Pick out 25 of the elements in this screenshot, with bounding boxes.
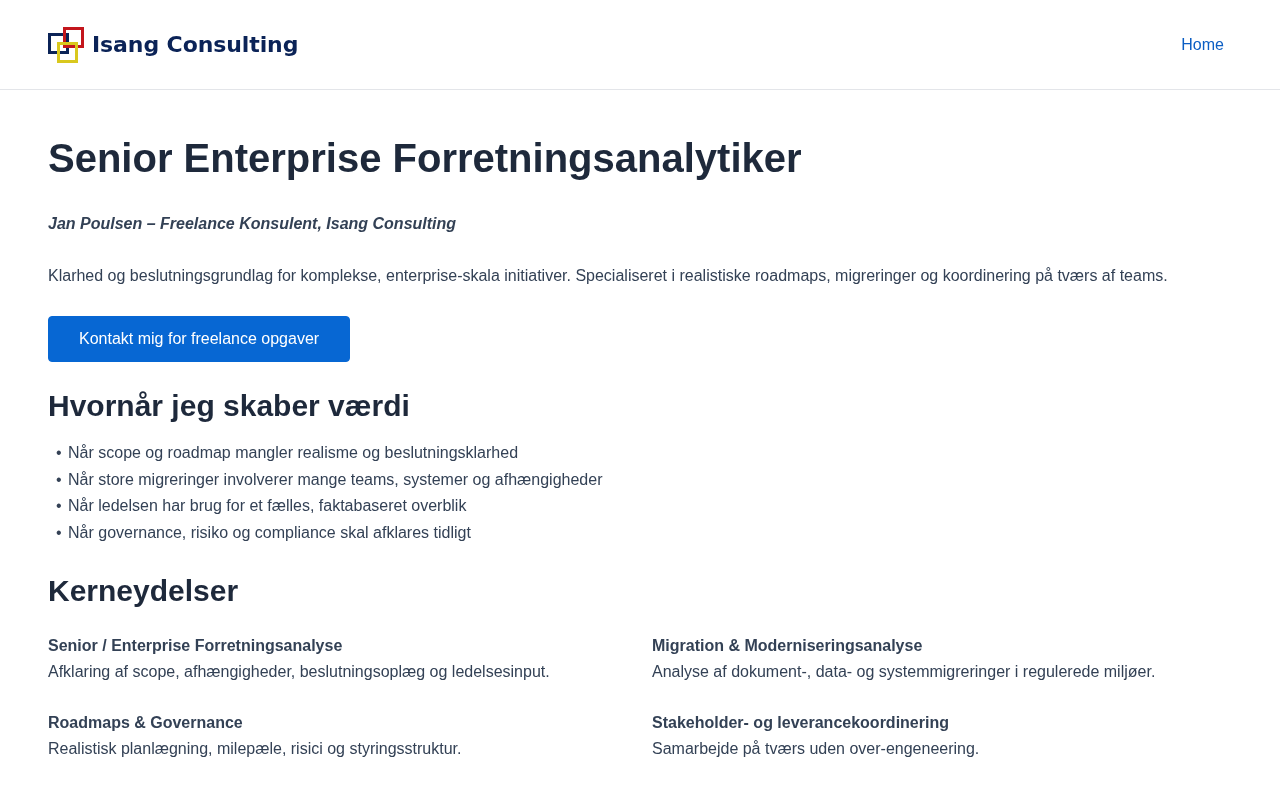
bullet-marker: • bbox=[56, 469, 63, 490]
bullet-marker: • bbox=[56, 443, 63, 463]
overlapping-squares-logo-icon bbox=[48, 26, 84, 63]
service-title: Stakeholder- og leverancekoordinering bbox=[652, 712, 950, 733]
section-heading: Hvornår jeg skaber værdi bbox=[48, 388, 411, 424]
bullet-marker: • bbox=[56, 496, 63, 517]
service-description: Analyse af dokument-, data- og systemmigreringer i regulerede miljøer. bbox=[652, 661, 1157, 682]
bullet-marker: • bbox=[56, 523, 63, 544]
section-heading: Kerneydelser bbox=[48, 572, 240, 609]
service-title: Migration & Moderniseringsanalyse bbox=[652, 635, 924, 656]
logo-text: Isang Consulting bbox=[92, 30, 299, 59]
page-title: Senior Enterprise Forretningsanalytiker bbox=[48, 135, 803, 182]
bullet-item: Når governance, risiko og compliance skal afklares tidligt bbox=[68, 523, 471, 544]
service-title: Roadmaps & Governance bbox=[48, 712, 244, 733]
bullet-item: Når store migreringer involverer mange teams, systemer og afhængigheder bbox=[68, 469, 603, 490]
service-description: Samarbejde på tværs uden over-engeneering. bbox=[652, 738, 981, 759]
author-byline: Jan Poulsen – Freelance Konsulent, Isang Consulting bbox=[48, 214, 458, 234]
contact-button[interactable]: Kontakt mig for freelance opgaver bbox=[48, 316, 351, 362]
nav-link-home[interactable]: Home bbox=[1181, 32, 1224, 57]
intro-paragraph: Klarhed og beslutningsgrundlag for komplekse, enterprise-skala initiativer. Specialiseret i realistiske roadmaps, migreringer og koordinering på tværs af teams. bbox=[48, 266, 1169, 286]
service-description: Afklaring af scope, afhængigheder, beslutningsoplæg og ledelsesinput. bbox=[48, 661, 551, 682]
service-title: Senior / Enterprise Forretningsanalyse bbox=[48, 635, 344, 656]
bullet-item: Når scope og roadmap mangler realisme og beslutningsklarhed bbox=[68, 443, 519, 463]
service-description: Realistisk planlægning, milepæle, risici og styringsstruktur. bbox=[48, 738, 463, 759]
bullet-item: Når ledelsen har brug for et fælles, faktabaseret overblik bbox=[68, 496, 467, 517]
